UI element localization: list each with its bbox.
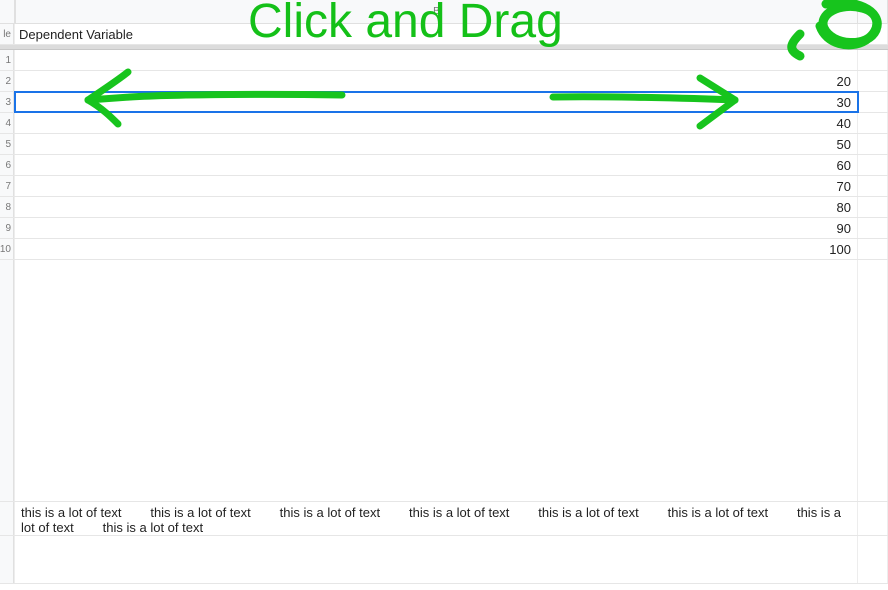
row-head-3[interactable]: 3 xyxy=(0,92,14,112)
row-number-label: 2 xyxy=(5,76,11,87)
row-head-9[interactable]: 9 xyxy=(0,218,14,238)
row-head-6[interactable]: 6 xyxy=(0,155,14,175)
row-13 xyxy=(0,536,888,584)
row-3: 3 30 xyxy=(0,92,888,113)
cell-b-4[interactable]: 40 xyxy=(15,113,858,133)
row-number-label: 5 xyxy=(5,139,11,150)
row-number-label: 6 xyxy=(5,160,11,171)
row-head-4[interactable]: 4 xyxy=(0,113,14,133)
cell-b-8[interactable]: 80 xyxy=(15,197,858,217)
dependent-variable-label: Dependent Variable xyxy=(19,27,133,42)
column-header-b-label: B xyxy=(433,6,440,17)
row-5: 5 50 xyxy=(0,134,888,155)
cell-c-5[interactable] xyxy=(858,134,888,154)
row-11 xyxy=(0,260,888,502)
cell-b-12[interactable]: this is a lot of text this is a lot of t… xyxy=(15,502,858,535)
cell-b-7[interactable]: 70 xyxy=(15,176,858,196)
frozen-row-1: le Dependent Variable xyxy=(0,24,888,45)
cell-b-3[interactable]: 30 xyxy=(15,92,858,112)
row-head-5[interactable]: 5 xyxy=(0,134,14,154)
cell-value: 100 xyxy=(829,242,851,257)
row-head-7[interactable]: 7 xyxy=(0,176,14,196)
row-number-label: 3 xyxy=(5,97,11,108)
cell-c-frozen[interactable] xyxy=(858,24,888,44)
row-number-label: 7 xyxy=(5,181,11,192)
cell-b-13[interactable] xyxy=(15,536,858,583)
row-head-10[interactable]: 10 xyxy=(0,239,14,259)
cell-value: 70 xyxy=(837,179,851,194)
cell-value: 50 xyxy=(837,137,851,152)
row-head-12[interactable] xyxy=(0,502,14,535)
cell-value: 90 xyxy=(837,221,851,236)
row-number-label: 10 xyxy=(0,244,11,255)
cell-value: 60 xyxy=(837,158,851,173)
row-10: 10 100 xyxy=(0,239,888,260)
cell-c-13[interactable] xyxy=(858,536,888,583)
row-6: 6 60 xyxy=(0,155,888,176)
row-8: 8 80 xyxy=(0,197,888,218)
cell-c-7[interactable] xyxy=(858,176,888,196)
row-head-2[interactable]: 2 xyxy=(0,71,14,91)
row-head-frozen[interactable]: le xyxy=(0,24,14,44)
row-number-label: 1 xyxy=(5,55,11,66)
cell-c-6[interactable] xyxy=(858,155,888,175)
row-2: 2 20 xyxy=(0,71,888,92)
cell-b-10[interactable]: 100 xyxy=(15,239,858,259)
grid-body: le Dependent Variable 122033044055066077… xyxy=(0,24,888,590)
cell-b-11[interactable] xyxy=(15,260,858,501)
cell-c-12[interactable] xyxy=(858,502,888,535)
column-header-row: B xyxy=(0,0,888,24)
row-4: 4 40 xyxy=(0,113,888,134)
cell-value: 80 xyxy=(837,200,851,215)
cell-c-1[interactable] xyxy=(858,50,888,70)
select-all-corner[interactable] xyxy=(0,0,15,23)
cell-b-9[interactable]: 90 xyxy=(15,218,858,238)
column-header-c[interactable] xyxy=(858,0,888,23)
row-1: 1 xyxy=(0,50,888,71)
row-number-label: 9 xyxy=(5,223,11,234)
cell-c-2[interactable] xyxy=(858,71,888,91)
cell-c-8[interactable] xyxy=(858,197,888,217)
row-number-label: 4 xyxy=(5,118,11,129)
row-head-8[interactable]: 8 xyxy=(0,197,14,217)
cell-value: 40 xyxy=(837,116,851,131)
row-head-frozen-label: le xyxy=(3,29,11,40)
cell-c-9[interactable] xyxy=(858,218,888,238)
column-header-b[interactable]: B xyxy=(16,0,858,23)
cell-c-10[interactable] xyxy=(858,239,888,259)
cell-value: 30 xyxy=(837,95,851,110)
row-7: 7 70 xyxy=(0,176,888,197)
cell-b-6[interactable]: 60 xyxy=(15,155,858,175)
row-9: 9 90 xyxy=(0,218,888,239)
row-head-1[interactable]: 1 xyxy=(0,50,14,70)
row-12: this is a lot of text this is a lot of t… xyxy=(0,502,888,536)
cell-b-frozen[interactable]: Dependent Variable xyxy=(15,24,858,44)
cell-c-3[interactable] xyxy=(858,92,888,112)
long-text-content: this is a lot of text this is a lot of t… xyxy=(21,505,851,535)
row-head-13[interactable] xyxy=(0,536,14,583)
row-number-label: 8 xyxy=(5,202,11,213)
cell-value: 20 xyxy=(837,74,851,89)
cell-c-11[interactable] xyxy=(858,260,888,501)
spreadsheet-grid: B le Dependent Variable 1 2 20 3 30 4 40 5 50 6 60… xyxy=(0,0,888,590)
cell-b-5[interactable]: 50 xyxy=(15,134,858,154)
cell-c-4[interactable] xyxy=(858,113,888,133)
row-head-11[interactable] xyxy=(0,260,14,501)
cell-b-2[interactable]: 20 xyxy=(15,71,858,91)
cell-b-1[interactable] xyxy=(15,50,858,70)
